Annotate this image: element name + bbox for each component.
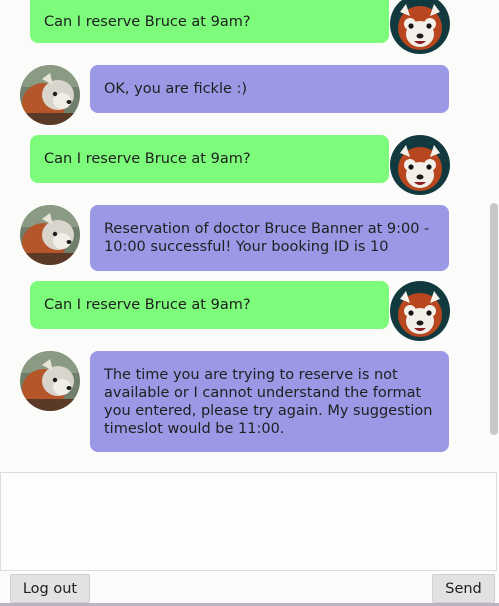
chat-scrollbar[interactable]	[490, 203, 498, 435]
chat-history[interactable]: Can I reserve Bruce at 9am? OK, you are …	[0, 0, 499, 472]
logout-button-label: Log out	[22, 580, 78, 597]
send-button[interactable]: Send	[432, 574, 495, 603]
bot-message-text: OK, you are fickle :)	[104, 81, 248, 97]
bot-avatar	[20, 351, 80, 411]
red-panda-side-icon	[20, 65, 80, 125]
user-avatar	[390, 135, 450, 195]
user-avatar	[390, 0, 450, 54]
user-message: Can I reserve Bruce at 9am?	[30, 281, 389, 329]
red-panda-side-icon	[20, 205, 80, 265]
logout-button[interactable]: Log out	[10, 574, 90, 603]
user-message: Can I reserve Bruce at 9am?	[30, 135, 389, 183]
user-message: Can I reserve Bruce at 9am?	[30, 0, 389, 43]
bot-message: OK, you are fickle :)	[90, 65, 449, 113]
user-message-text: Can I reserve Bruce at 9am?	[44, 13, 251, 30]
user-avatar	[390, 281, 450, 341]
bot-avatar	[20, 205, 80, 265]
red-panda-front-icon	[390, 135, 450, 195]
user-message-text: Can I reserve Bruce at 9am?	[44, 151, 251, 167]
send-button-label: Send	[445, 580, 482, 597]
bot-message: The time you are trying to reserve is no…	[90, 351, 449, 452]
bot-avatar	[20, 65, 80, 125]
message-input[interactable]	[0, 472, 497, 571]
bot-message: Reservation of doctor Bruce Banner at 9:…	[90, 205, 449, 271]
chat-app: Can I reserve Bruce at 9am? OK, you are …	[0, 0, 499, 606]
user-message-text: Can I reserve Bruce at 9am?	[44, 297, 251, 313]
red-panda-front-icon	[390, 281, 450, 341]
red-panda-side-icon	[20, 351, 80, 411]
bot-message-text: The time you are trying to reserve is no…	[104, 367, 433, 437]
red-panda-front-icon	[390, 0, 450, 54]
bot-message-text: Reservation of doctor Bruce Banner at 9:…	[104, 221, 430, 255]
